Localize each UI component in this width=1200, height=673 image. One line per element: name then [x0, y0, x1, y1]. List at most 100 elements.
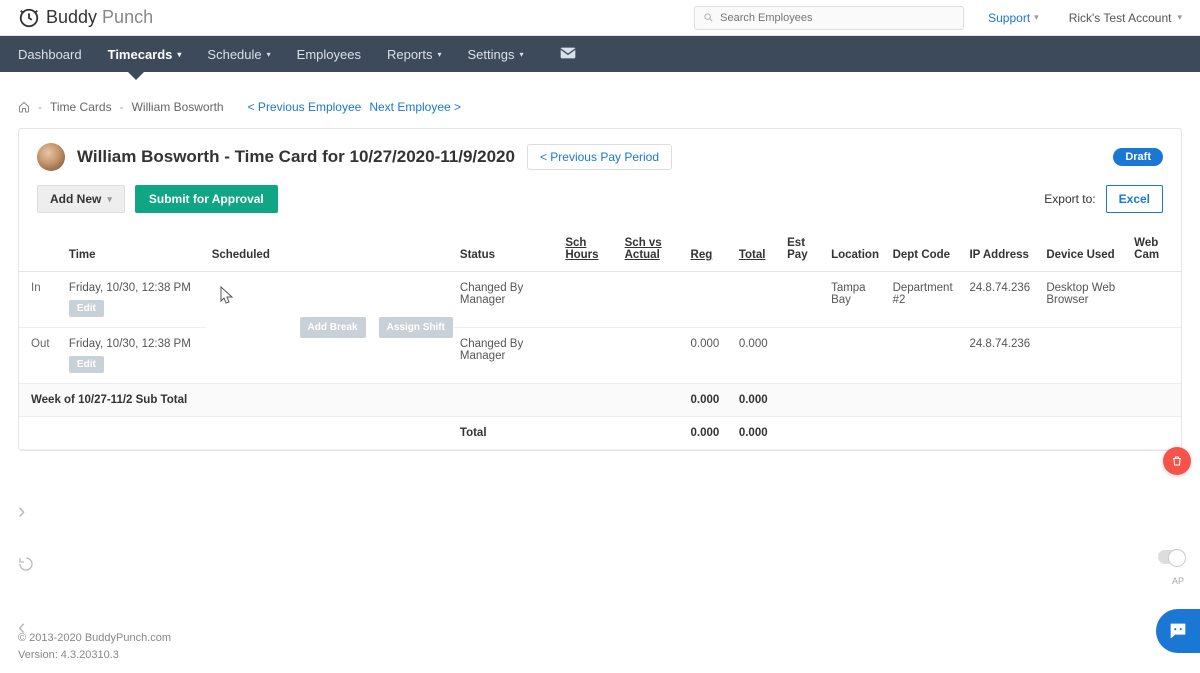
reg-out: 0.000	[685, 328, 733, 384]
page-title: William Bosworth - Time Card for 10/27/2…	[77, 147, 515, 167]
chevron-down-icon: ▾	[107, 194, 112, 205]
subtotal-label: Week of 10/27-11/2 Sub Total	[19, 384, 454, 417]
subtotal-reg: 0.000	[685, 384, 733, 417]
status-in: Changed By Manager	[454, 272, 559, 328]
ip-out: 24.8.74.236	[963, 328, 1040, 384]
clock-icon	[18, 7, 40, 29]
nav-employees[interactable]: Employees	[297, 47, 361, 62]
chevron-down-icon: ▾	[267, 50, 271, 59]
mail-icon[interactable]	[560, 47, 576, 62]
expand-arrow-icon[interactable]: ›	[18, 498, 25, 524]
col-dept-code: Dept Code	[887, 227, 964, 272]
nav-dashboard-label: Dashboard	[18, 47, 82, 62]
crumb-sep: -	[120, 100, 124, 114]
version-text: Version: 4.3.20310.3	[18, 647, 171, 664]
edit-in-button[interactable]: Edit	[69, 300, 104, 317]
col-total[interactable]: Total	[733, 227, 781, 272]
nav-schedule-label: Schedule	[207, 47, 261, 62]
home-icon[interactable]	[18, 101, 30, 113]
subtotal-row: Week of 10/27-11/2 Sub Total 0.000 0.000	[19, 384, 1181, 417]
edit-out-button[interactable]: Edit	[69, 356, 104, 373]
col-reg[interactable]: Reg	[685, 227, 733, 272]
logo[interactable]: Buddy Punch	[18, 7, 153, 29]
grand-label: Total	[454, 417, 559, 450]
grand-total: 0.000	[733, 417, 781, 450]
export-section: Export to: Excel	[1044, 185, 1163, 213]
topbar: Buddy Punch Support ▾ Rick's Test Accoun…	[0, 0, 1200, 36]
nav-settings[interactable]: Settings ▾	[468, 47, 524, 62]
col-status: Status	[454, 227, 559, 272]
nav-employees-label: Employees	[297, 47, 361, 62]
subtotal-total: 0.000	[733, 384, 781, 417]
brand-name-1: Buddy	[46, 7, 97, 27]
col-location: Location	[825, 227, 887, 272]
export-excel-button[interactable]: Excel	[1106, 185, 1163, 213]
ap-label: AP	[1172, 576, 1184, 586]
chevron-down-icon: ▾	[1177, 12, 1182, 23]
account-label: Rick's Test Account	[1069, 11, 1172, 25]
prev-pay-period-button[interactable]: < Previous Pay Period	[527, 144, 672, 170]
nav-reports-label: Reports	[387, 47, 433, 62]
status-badge-draft: Draft	[1113, 148, 1163, 166]
nav-timecards[interactable]: Timecards ▾	[108, 47, 182, 62]
add-new-button[interactable]: Add New ▾	[37, 185, 125, 213]
table-row-in: In Friday, 10/30, 12:38 PM Edit Add Brea…	[19, 272, 1181, 328]
submit-approval-button[interactable]: Submit for Approval	[135, 185, 278, 213]
crumb-employee: William Bosworth	[132, 100, 224, 114]
account-menu[interactable]: Rick's Test Account ▾	[1069, 11, 1182, 25]
grand-total-row: Total 0.000 0.000	[19, 417, 1181, 450]
search-icon	[703, 12, 714, 23]
reload-icon[interactable]	[18, 556, 34, 575]
in-label: In	[31, 282, 41, 294]
ip-in: 24.8.74.236	[963, 272, 1040, 328]
nav-timecards-label: Timecards	[108, 47, 173, 62]
delete-row-button[interactable]	[1163, 447, 1191, 475]
timecard-table: Time Scheduled Status Sch Hours Sch vs A…	[19, 227, 1181, 450]
in-time-value: Friday, 10/30, 12:38 PM	[69, 282, 200, 294]
table-header-row: Time Scheduled Status Sch Hours Sch vs A…	[19, 227, 1181, 272]
col-device: Device Used	[1040, 227, 1128, 272]
dept-in: Department #2	[887, 272, 964, 328]
col-ip: IP Address	[963, 227, 1040, 272]
chevron-down-icon: ▾	[438, 50, 442, 59]
device-in: Desktop Web Browser	[1040, 272, 1128, 328]
toggle-switch[interactable]	[1158, 550, 1186, 564]
nav-schedule[interactable]: Schedule ▾	[207, 47, 270, 62]
out-time-value: Friday, 10/30, 12:38 PM	[69, 338, 200, 350]
nav-dashboard[interactable]: Dashboard	[18, 47, 82, 62]
crumb-timecards[interactable]: Time Cards	[50, 100, 112, 114]
location-in: Tampa Bay	[825, 272, 887, 328]
footer: © 2013-2020 BuddyPunch.com Version: 4.3.…	[18, 630, 171, 663]
timecard-header: William Bosworth - Time Card for 10/27/2…	[19, 129, 1181, 185]
crumb-sep: -	[38, 100, 42, 114]
chat-widget[interactable]	[1156, 609, 1200, 653]
breadcrumb: - Time Cards - William Bosworth < Previo…	[0, 72, 1200, 128]
grand-reg: 0.000	[685, 417, 733, 450]
add-break-button[interactable]: Add Break	[300, 317, 366, 338]
col-sch-hours[interactable]: Sch Hours	[559, 227, 618, 272]
nav-settings-label: Settings	[468, 47, 515, 62]
nav-reports[interactable]: Reports ▾	[387, 47, 442, 62]
chevron-down-icon: ▾	[520, 50, 524, 59]
support-label: Support	[988, 11, 1030, 25]
search-input[interactable]	[720, 12, 955, 24]
next-employee-link[interactable]: Next Employee >	[369, 100, 461, 114]
prev-employee-link[interactable]: < Previous Employee	[248, 100, 362, 114]
assign-shift-button[interactable]: Assign Shift	[379, 317, 453, 338]
main-nav: Dashboard Timecards ▾ Schedule ▾ Employees…	[0, 36, 1200, 72]
status-out: Changed By Manager	[454, 328, 559, 384]
timecard-actions: Add New ▾ Submit for Approval Export to: …	[19, 185, 1181, 227]
total-out: 0.000	[733, 328, 781, 384]
trash-icon	[1171, 455, 1183, 467]
out-label: Out	[31, 338, 50, 350]
col-time: Time	[63, 227, 206, 272]
chevron-down-icon: ▾	[177, 50, 181, 59]
support-link[interactable]: Support ▾	[988, 11, 1039, 25]
add-new-label: Add New	[50, 192, 101, 206]
nav-active-pointer	[128, 72, 144, 80]
col-scheduled: Scheduled	[206, 227, 454, 272]
avatar	[37, 143, 65, 171]
search-input-wrap[interactable]	[694, 6, 964, 30]
col-est-pay: Est Pay	[781, 227, 825, 272]
col-sch-vs-actual[interactable]: Sch vs Actual	[619, 227, 685, 272]
